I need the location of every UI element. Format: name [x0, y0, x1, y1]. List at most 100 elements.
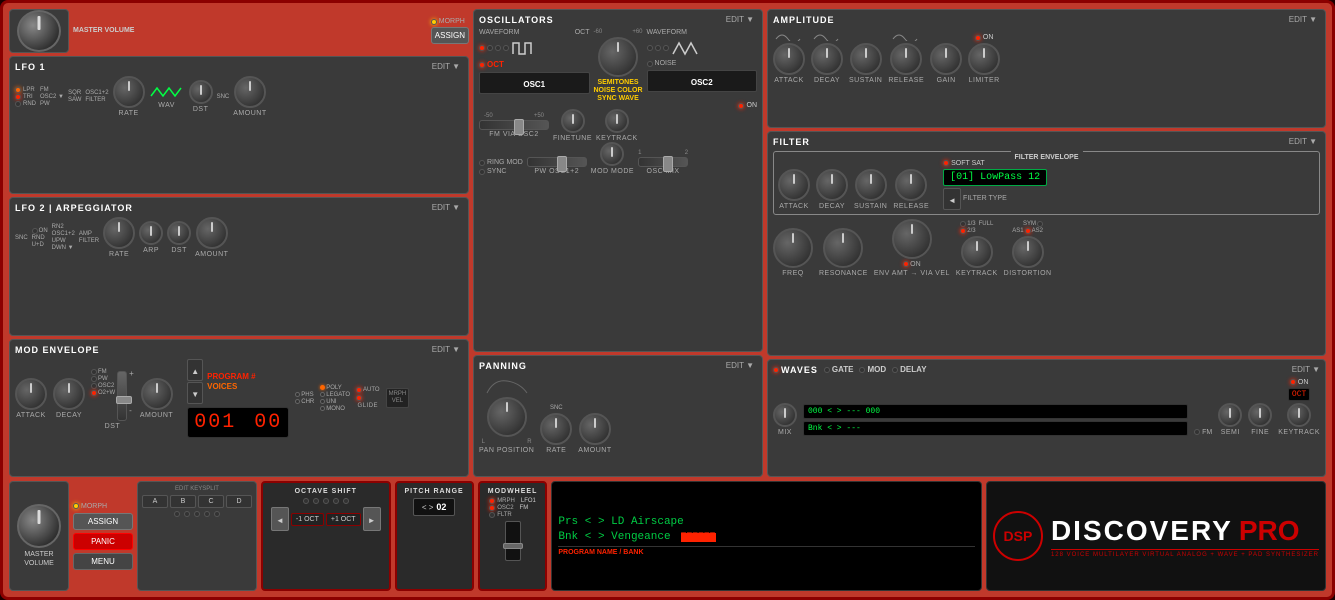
- lfo1-rate-knob[interactable]: [113, 76, 145, 108]
- mod-env-amount-knob[interactable]: [141, 378, 173, 410]
- lfo1-osc2: OSC2 ▼: [40, 94, 64, 100]
- filter-edit[interactable]: EDIT ▼: [1289, 137, 1317, 146]
- filter-type-left-btn[interactable]: ◄: [943, 188, 961, 210]
- filter-resonance-knob[interactable]: [823, 228, 863, 268]
- amp-gain-knob[interactable]: [930, 43, 962, 75]
- discovery-title-row: DISCOVERY PRO: [1051, 515, 1319, 547]
- amp-attack-group: ATTACK: [773, 29, 805, 84]
- amp-limiter-label: LIMITER: [969, 77, 1000, 84]
- waves-mix-knob[interactable]: [773, 403, 797, 427]
- amp-limiter-knob[interactable]: [968, 43, 1000, 75]
- sync-led: [479, 169, 485, 175]
- oct-right-btn[interactable]: ►: [363, 507, 381, 531]
- osc2-on-label: ON: [747, 102, 758, 109]
- waves-keytrack-knob[interactable]: [1287, 403, 1311, 427]
- master-volume-knob[interactable]: [17, 10, 61, 52]
- amp-edit[interactable]: EDIT ▼: [1289, 15, 1317, 24]
- filter-decay-knob[interactable]: [816, 169, 848, 201]
- lfo2-dst-knob[interactable]: [167, 221, 191, 245]
- waves-edit[interactable]: EDIT ▼: [1292, 365, 1320, 374]
- filter-freq-knob[interactable]: [773, 228, 813, 268]
- chr-label: CHR: [301, 399, 314, 405]
- lfo2-amount-knob[interactable]: [196, 217, 228, 249]
- filter-type-label: FILTER TYPE: [963, 195, 1007, 202]
- keytrack-osc-knob[interactable]: [605, 109, 629, 133]
- plus1-oct-btn[interactable]: +1 OCT: [326, 513, 361, 526]
- semitones-knob[interactable]: [598, 37, 638, 77]
- pitch-slider-display[interactable]: < > 02: [413, 498, 456, 516]
- lfo2-edit[interactable]: EDIT ▼: [432, 203, 460, 212]
- voice-modes: PHS CHR: [295, 392, 314, 405]
- finetune-knob[interactable]: [561, 109, 585, 133]
- prog-down-btn[interactable]: ▼: [187, 382, 203, 404]
- filter-sustain-knob[interactable]: [855, 169, 887, 201]
- amp-sustain-knob[interactable]: [850, 43, 882, 75]
- lfo2-filter: FILTER: [79, 238, 99, 244]
- filter-section: FILTER EDIT ▼ FILTER ENVELOPE ATTACK: [767, 131, 1326, 356]
- menu-btn[interactable]: MENU: [73, 553, 133, 570]
- logo-section: DSP DISCOVERY PRO 128 VOICE MULTILAYER V…: [986, 481, 1326, 591]
- amp-decay-group: DECAY: [811, 29, 843, 84]
- assign-bottom-btn[interactable]: ASSIGN: [73, 513, 133, 530]
- waves-fine-knob[interactable]: [1248, 403, 1272, 427]
- osc-mix-fader[interactable]: [638, 157, 688, 167]
- panning-edit[interactable]: EDIT ▼: [726, 361, 754, 370]
- filter-release-knob[interactable]: [895, 169, 927, 201]
- filter-freq-group: FREQ: [773, 228, 813, 277]
- pan-position-knob[interactable]: [487, 397, 527, 437]
- filter-attack-group: ATTACK: [778, 169, 810, 210]
- poly-radio[interactable]: [320, 385, 325, 390]
- prog-display-line1: Prs < > LD Airscape: [558, 516, 975, 528]
- waves-semi-knob[interactable]: [1218, 403, 1242, 427]
- oct-left-btn[interactable]: ◄: [271, 507, 289, 531]
- lfo2-arp-knob[interactable]: [139, 221, 163, 245]
- mw-mrph: MRPH: [497, 498, 515, 504]
- phs-radio[interactable]: [295, 392, 300, 397]
- filter-distortion-knob[interactable]: [1012, 236, 1044, 268]
- prog-display-text1: Prs < > LD Airscape: [558, 516, 683, 528]
- amp-release-knob[interactable]: [890, 43, 922, 75]
- lfo2-rate-knob[interactable]: [103, 217, 135, 249]
- lfo1-pw: PW: [40, 101, 64, 107]
- mono-label: MONO: [326, 406, 345, 412]
- modwheel-label: MODWHEEL: [488, 488, 538, 495]
- modwheel-slider[interactable]: [505, 521, 521, 561]
- osc-edit[interactable]: EDIT ▼: [726, 15, 754, 24]
- oct-led3: [323, 498, 329, 504]
- master-vol-bottom-knob[interactable]: [17, 504, 61, 548]
- panic-btn[interactable]: PANIC: [73, 533, 133, 550]
- filter-sustain-label: SUSTAIN: [854, 203, 887, 210]
- fm-osc2-fader[interactable]: [479, 120, 549, 130]
- lfo1-edit[interactable]: EDIT ▼: [432, 62, 460, 71]
- keysplit-d-btn[interactable]: D: [226, 495, 252, 508]
- mod-env-edit[interactable]: EDIT ▼: [432, 345, 460, 354]
- mod-mode-knob[interactable]: [600, 142, 624, 166]
- keysplit-c-btn[interactable]: C: [198, 495, 224, 508]
- osc-mix-2: 2: [685, 150, 688, 156]
- amp-decay-knob[interactable]: [811, 43, 843, 75]
- prog-up-btn[interactable]: ▲: [187, 359, 203, 381]
- assign-button[interactable]: ASSIGN: [431, 27, 469, 44]
- keysplit-a-btn[interactable]: A: [142, 495, 168, 508]
- pan-rate-knob[interactable]: [540, 413, 572, 445]
- legato-label: LEGATO: [326, 392, 350, 398]
- filter-keytrack-knob[interactable]: [961, 236, 993, 268]
- lfo1-amount-knob[interactable]: [234, 76, 266, 108]
- mod-fm: FM: [98, 369, 107, 375]
- mono-radio[interactable]: [320, 406, 325, 411]
- pw-osc-fader[interactable]: [527, 157, 587, 167]
- pan-amount-knob[interactable]: [579, 413, 611, 445]
- uni-radio[interactable]: [320, 399, 325, 404]
- lfo1-snc: SNC: [217, 94, 230, 100]
- keysplit-b-btn[interactable]: B: [170, 495, 196, 508]
- filter-env-amt-knob[interactable]: [892, 219, 932, 259]
- lfo1-dst-knob[interactable]: [189, 80, 213, 104]
- amp-attack-knob[interactable]: [773, 43, 805, 75]
- mod-env-slider[interactable]: [117, 371, 127, 421]
- legato-radio[interactable]: [320, 392, 325, 397]
- filter-attack-knob[interactable]: [778, 169, 810, 201]
- chr-radio[interactable]: [295, 399, 300, 404]
- mod-env-attack-knob[interactable]: [15, 378, 47, 410]
- minus1-oct-btn[interactable]: -1 OCT: [291, 513, 324, 526]
- mod-env-decay-knob[interactable]: [53, 378, 85, 410]
